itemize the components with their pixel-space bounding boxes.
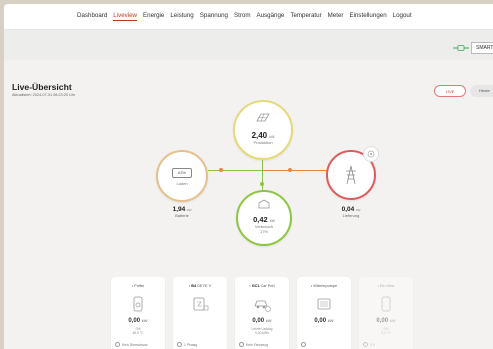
- card-title: • Wärmepumpe: [310, 284, 338, 288]
- nav-energie[interactable]: Energie: [143, 12, 164, 21]
- battery-value: 1,94: [172, 206, 186, 213]
- production-node[interactable]: 2,40 kW Produktion: [233, 100, 293, 160]
- consumption-sub: 17%: [259, 229, 268, 234]
- card-title: • GC1 Car Port: [249, 284, 275, 288]
- nav-liveview[interactable]: Liveview: [113, 12, 138, 21]
- card-ein-heiz[interactable]: • Ein-Heiz 0,00 kW 0% 0,0 °C 0 V: [359, 277, 413, 349]
- grid-summary: 0,04 kW Lieferung: [324, 206, 378, 218]
- meter-icon: [367, 150, 375, 158]
- nav-leistung[interactable]: Leistung: [170, 12, 193, 21]
- card-puffer[interactable]: • Puffer 0,00 kW 0% 48,9 °C Kein Überschu…: [111, 277, 165, 349]
- grid-sub: Lieferung: [342, 213, 360, 218]
- vehicle-status-icon: [239, 342, 244, 347]
- smart-button[interactable]: SMART: [471, 42, 493, 54]
- battery-sub: Batterie: [175, 213, 189, 218]
- card-title: • Ein-Heiz: [377, 284, 395, 288]
- nav-strom[interactable]: Strom: [234, 12, 251, 21]
- nav-items: Dashboard Liveview Energie Leistung Span…: [77, 12, 412, 21]
- card-carport[interactable]: • GC1 Car Port 0,00 kW Letzte Ladung 0,00…: [235, 277, 289, 349]
- last-updated: Aktualisiert: 2024-07-01 08:23:20 Uhr: [12, 93, 76, 97]
- card-value: 0,00 kW: [128, 318, 148, 324]
- card-sub: 0% 0,0 °C: [381, 327, 391, 335]
- production-unit: kW: [269, 135, 275, 139]
- battery-node[interactable]: 63% Laden: [156, 150, 208, 202]
- card-waermepumpe[interactable]: • Wärmepumpe 0,00 kW: [297, 277, 351, 349]
- flow-line-battery: [208, 170, 262, 171]
- nav-einstellungen[interactable]: Einstellungen: [349, 12, 386, 21]
- battery-summary: 1,94 kW Batterie: [154, 206, 210, 218]
- card-title: • B4 DEYE V: [188, 284, 212, 288]
- flow-dot-consumption: [260, 182, 264, 186]
- car-charger-icon: [254, 300, 271, 312]
- flow-dot-grid: [288, 168, 292, 172]
- plug-icon: [453, 45, 469, 51]
- heater-icon: [381, 296, 391, 312]
- consumption-node[interactable]: 0,42 kW Verbrauch 17%: [236, 190, 292, 246]
- grid-unit: kW: [356, 208, 361, 212]
- grid-value: 0,04: [341, 206, 355, 213]
- production-value: 2,40: [251, 131, 268, 140]
- house-icon: [258, 199, 270, 209]
- status-icon: [115, 342, 120, 347]
- card-value: 0,00 kW: [376, 318, 396, 324]
- inverter-icon: [193, 297, 209, 311]
- toolbar: SMART: [4, 30, 493, 60]
- heat-pump-icon: [317, 298, 331, 310]
- card-value: 0,00 kW: [252, 318, 272, 324]
- card-footer: Kein Fahrzeug: [239, 342, 268, 347]
- nav-logout[interactable]: Logout: [393, 12, 412, 21]
- live-button[interactable]: LIVE: [434, 85, 466, 97]
- card-sub: Letzte Ladung 0,00 kWh: [251, 327, 273, 335]
- card-footer: 0 V: [363, 342, 375, 347]
- card-value: 0,00 kW: [314, 318, 334, 324]
- power-tower-icon: [346, 165, 356, 185]
- phase-icon: [177, 342, 182, 347]
- nav-meter[interactable]: Meter: [328, 12, 344, 21]
- battery-unit: kW: [187, 208, 192, 212]
- battery-icon: 63%: [172, 168, 192, 178]
- solar-panel-icon: [256, 113, 270, 122]
- card-deye[interactable]: • B4 DEYE V 1 Phasig: [173, 277, 227, 349]
- page-title: Live-Übersicht: [12, 82, 72, 92]
- battery-label: Laden: [176, 181, 188, 186]
- status-icon: [301, 342, 306, 347]
- nav-dashboard[interactable]: Dashboard: [77, 12, 107, 21]
- heute-button[interactable]: Heute: [470, 85, 493, 97]
- nav-ausgaenge[interactable]: Ausgänge: [256, 12, 284, 21]
- app-frame: Dashboard Liveview Energie Leistung Span…: [4, 4, 493, 349]
- card-footer: [301, 342, 308, 347]
- card-sub: 0% 48,9 °C: [132, 327, 144, 335]
- grid-settings-badge[interactable]: [363, 146, 379, 162]
- flow-line-grid: [263, 170, 327, 171]
- status-icon: [363, 342, 368, 347]
- production-label: Produktion: [253, 140, 273, 145]
- top-navigation: Dashboard Liveview Energie Leistung Span…: [4, 4, 493, 30]
- card-footer: Kein Überschuss: [115, 342, 148, 347]
- battery-percent: 63%: [177, 170, 186, 175]
- nav-spannung[interactable]: Spannung: [200, 12, 228, 21]
- water-tank-icon: [133, 296, 143, 312]
- consumption-value: 0,42: [253, 215, 268, 224]
- nav-temperatur[interactable]: Temperatur: [290, 12, 321, 21]
- card-footer: 1 Phasig: [177, 342, 197, 347]
- consumption-unit: kW: [269, 219, 275, 223]
- card-title: • Puffer: [131, 284, 145, 288]
- flow-dot-battery: [219, 168, 223, 172]
